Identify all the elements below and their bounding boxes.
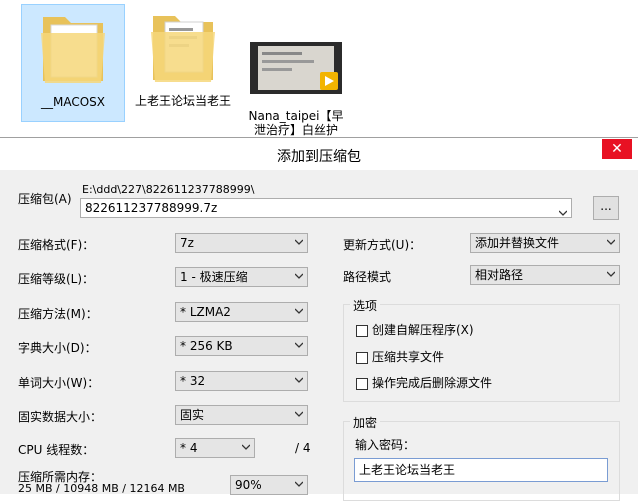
path-mode-select[interactable]: 相对路径 [470, 265, 620, 285]
close-button[interactable]: ✕ [602, 139, 632, 159]
threads-select[interactable]: * 4 [175, 438, 255, 458]
title-bar: 添加到压缩包 ✕ [0, 138, 638, 170]
option-label: 创建自解压程序(X) [372, 323, 474, 337]
option-label: 操作完成后删除源文件 [372, 376, 493, 390]
password-value: 上老王论坛当老王 [359, 463, 456, 477]
password-label: 输入密码： [355, 438, 416, 452]
format-value: 7z [180, 236, 194, 250]
encryption-group: 加密 输入密码： 上老王论坛当老王 [343, 414, 620, 501]
file-name: 上老王论坛当老王 [134, 94, 231, 108]
update-label: 更新方式(U)： [343, 238, 422, 252]
chevron-down-icon [295, 307, 303, 315]
checkbox[interactable] [356, 324, 368, 337]
video-thumbnail-icon [250, 42, 342, 112]
chevron-down-icon [295, 480, 303, 488]
file-item-video[interactable]: Nana_taipei【早泄治疗】白丝护 [246, 4, 346, 137]
browse-button[interactable]: ... [593, 196, 619, 220]
threads-max: / 4 [295, 441, 311, 455]
file-name: __MACOSX [40, 95, 105, 109]
method-label: 压缩方法(M)： [18, 307, 98, 321]
dict-value: * 256 KB [180, 339, 233, 353]
word-select[interactable]: * 32 [175, 371, 308, 391]
option-delete-source[interactable]: 操作完成后删除源文件 [356, 374, 492, 391]
method-select[interactable]: * LZMA2 [175, 302, 308, 322]
memory-percent-select[interactable]: 90% [230, 475, 308, 495]
close-icon: ✕ [611, 141, 623, 157]
file-item-folder[interactable]: 上老王论坛当老王 [131, 4, 235, 122]
archive-name-combo[interactable]: 822611237788999.7z [80, 198, 572, 218]
checkbox[interactable] [356, 351, 368, 364]
folder-icon [145, 6, 221, 90]
format-label: 压缩格式(F)： [18, 238, 95, 252]
chevron-down-icon [558, 204, 568, 222]
chevron-down-icon [295, 410, 303, 418]
threads-label: CPU 线程数： [18, 443, 95, 457]
chevron-down-icon [295, 376, 303, 384]
file-name: Nana_taipei【早泄治疗】白丝护 [248, 109, 344, 137]
format-select[interactable]: 7z [175, 233, 308, 253]
word-value: * 32 [180, 374, 206, 388]
file-item-macosx[interactable]: __MACOSX [21, 4, 125, 122]
dict-label: 字典大小(D)： [18, 341, 97, 355]
folder-icon [35, 7, 111, 91]
archive-path: E:\ddd\227\822611237788999\ [82, 183, 255, 196]
chevron-down-icon [295, 272, 303, 280]
solid-value: 固实 [180, 408, 205, 422]
chevron-down-icon [295, 341, 303, 349]
chevron-down-icon [242, 443, 250, 451]
method-value: * LZMA2 [180, 305, 231, 319]
update-select[interactable]: 添加并替换文件 [470, 233, 620, 253]
threads-value: * 4 [180, 441, 198, 455]
chevron-down-icon [295, 238, 303, 246]
checkbox[interactable] [356, 377, 368, 390]
option-sfx[interactable]: 创建自解压程序(X) [356, 321, 474, 338]
dialog-title: 添加到压缩包 [277, 149, 361, 165]
options-group: 选项 创建自解压程序(X) 压缩共享文件 操作完成后删除源文件 [343, 297, 620, 402]
password-input[interactable]: 上老王论坛当老王 [354, 458, 608, 482]
path-mode-value: 相对路径 [475, 268, 524, 282]
memory-percent-value: 90% [235, 478, 262, 492]
path-mode-label: 路径模式 [343, 270, 392, 284]
chevron-down-icon [607, 270, 615, 278]
chevron-down-icon [607, 238, 615, 246]
archive-name-value: 822611237788999.7z [85, 201, 218, 215]
memory-value: 25 MB / 10948 MB / 12164 MB [18, 482, 185, 495]
option-label: 压缩共享文件 [372, 350, 445, 364]
solid-label: 固实数据大小： [18, 410, 103, 424]
options-title: 选项 [350, 297, 381, 314]
archive-label: 压缩包(A) [18, 192, 72, 206]
option-shared-files[interactable]: 压缩共享文件 [356, 348, 444, 365]
word-label: 单词大小(W)： [18, 376, 100, 390]
level-select[interactable]: 1 - 极速压缩 [175, 267, 308, 287]
solid-select[interactable]: 固实 [175, 405, 308, 425]
dict-select[interactable]: * 256 KB [175, 336, 308, 356]
add-to-archive-dialog: 添加到压缩包 ✕ 压缩包(A) E:\ddd\227\8226112377889… [0, 137, 638, 501]
update-value: 添加并替换文件 [475, 236, 560, 250]
level-value: 1 - 极速压缩 [180, 270, 248, 284]
file-explorer: __MACOSX 上老王论坛当老王 Nana_taipei【早泄治疗】白丝护 [0, 0, 638, 138]
level-label: 压缩等级(L)： [18, 272, 95, 286]
encryption-title: 加密 [350, 414, 381, 431]
